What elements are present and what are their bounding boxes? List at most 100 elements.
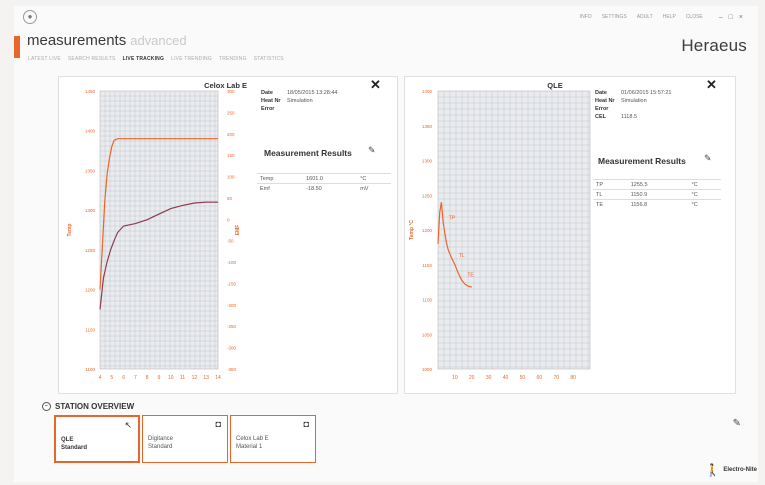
info-value: 01/06/2015 15:57:21 <box>621 90 672 96</box>
top-menu: INFO SETTINGS ADULT HELP CLOSE – □ × <box>580 14 743 21</box>
qle-chart: QLE1000105011001150120012501300135014001… <box>409 81 591 381</box>
table-row: TP 1255.5 °C <box>593 179 721 190</box>
annotation-label: TP <box>449 216 456 222</box>
collapse-icon[interactable]: − <box>42 402 51 411</box>
cell: TP <box>593 179 628 190</box>
card-title: Celox Lab E <box>236 436 269 442</box>
minimize-icon[interactable]: – <box>719 14 723 21</box>
results-title: Measurement Results <box>264 148 352 158</box>
celox-results-table: Temp 1601.0 °C Emf -18.50 mV <box>257 173 391 193</box>
x-tick-label: 13 <box>203 375 209 381</box>
tab-trending[interactable]: TRENDING <box>219 56 247 62</box>
cell: 1156.8 <box>627 199 689 209</box>
cell: TL <box>593 189 628 200</box>
accent-bar <box>14 36 20 58</box>
card-subtitle: Material 1 <box>236 444 263 450</box>
plot-area <box>99 90 219 370</box>
info-key: Date <box>595 90 607 96</box>
x-tick-label: 8 <box>146 375 149 381</box>
y-tick-label-left: 1300 <box>85 208 96 213</box>
tab-statistics[interactable]: STATISTICS <box>254 56 284 62</box>
info-key: CEL <box>595 114 606 120</box>
x-tick-label: 4 <box>99 375 102 381</box>
x-tick-label: 14 <box>215 375 221 381</box>
card-title: Digitance <box>148 436 174 442</box>
x-tick-label: 60 <box>537 375 543 381</box>
y-tick-label-right: -200 <box>227 303 237 308</box>
close-window-icon[interactable]: × <box>739 14 743 21</box>
info-value: Simulation <box>621 98 647 104</box>
y-tick-label: 1350 <box>422 124 433 129</box>
qle-results-table: TP 1255.5 °C TL 1150.9 °C TE 1156.8 °C <box>593 179 721 209</box>
y-tick-label-right: -100 <box>227 260 237 265</box>
cell: Emf <box>257 183 304 193</box>
info-key: Heat Nr <box>595 98 615 104</box>
station-card-qle[interactable]: ↖ QLE Standard <box>54 415 140 463</box>
y-tick-label: 1200 <box>422 228 433 233</box>
x-tick-label: 20 <box>469 375 475 381</box>
cell: °C <box>357 173 391 184</box>
cell: Temp <box>257 173 304 184</box>
x-tick-label: 70 <box>553 375 559 381</box>
edit-results-icon[interactable]: ✎ <box>704 153 712 164</box>
menu-item-settings[interactable]: SETTINGS <box>602 14 627 21</box>
close-icon[interactable]: ✕ <box>706 77 717 93</box>
y-tick-label-left: 1450 <box>85 89 96 94</box>
menu-item-info[interactable]: INFO <box>580 14 592 21</box>
station-cards: ↖ QLE Standard ◘ Digitance Standard ◘ Ce… <box>54 415 316 463</box>
menu-item-close[interactable]: CLOSE <box>686 14 703 21</box>
x-tick-label: 30 <box>486 375 492 381</box>
y-tick-label: 1000 <box>422 367 433 372</box>
table-row: Emf -18.50 mV <box>257 183 391 193</box>
window-controls: – □ × <box>719 14 743 21</box>
menu-item-adult[interactable]: ADULT <box>637 14 653 21</box>
station-card-celox[interactable]: ◘ Celox Lab E Material 1 <box>230 415 316 463</box>
cell: TE <box>593 199 628 209</box>
menu-item-help[interactable]: HELP <box>663 14 676 21</box>
cell: 1150.9 <box>627 189 689 200</box>
chart-title: Celox Lab E <box>204 81 247 90</box>
y-tick-label-right: 0 <box>227 217 230 222</box>
y-tick-label-right: 300 <box>227 89 235 94</box>
celox-chart: Celox Lab E11001150120012501300135014001… <box>67 81 247 381</box>
info-key: Date <box>261 90 273 96</box>
tab-search-results[interactable]: SEARCH RESULTS <box>68 56 116 62</box>
y-tick-label-left: 1100 <box>85 367 95 372</box>
cell: 1255.5 <box>627 179 689 190</box>
table-row: Temp 1601.0 °C <box>257 173 391 184</box>
x-tick-label: 10 <box>452 375 458 381</box>
y-tick-label-left: 1250 <box>85 248 96 253</box>
figure-icon: 🚶 <box>705 463 721 477</box>
table-row: TL 1150.9 °C <box>593 189 721 200</box>
info-value: 18/05/2015 13:28:44 <box>287 90 338 96</box>
x-tick-label: 11 <box>180 375 185 381</box>
y-tick-label: 1150 <box>422 263 432 268</box>
probe-icon: ◘ <box>215 419 221 429</box>
info-key: Error <box>595 106 609 112</box>
home-icon[interactable]: ● <box>23 10 37 24</box>
x-tick-label: 80 <box>570 375 576 381</box>
electro-nite-logo: 🚶 Electro-Nite <box>705 463 757 477</box>
edit-icon[interactable]: ✎ <box>733 418 741 429</box>
x-tick-label: 12 <box>192 375 198 381</box>
cursor-icon: ↖ <box>124 420 132 430</box>
card-subtitle: Standard <box>148 444 173 450</box>
tab-live-trending[interactable]: LIVE TRENDING <box>171 56 212 62</box>
tab-latest-live[interactable]: LATEST LIVE <box>28 56 61 62</box>
edit-results-icon[interactable]: ✎ <box>368 145 376 156</box>
maximize-icon[interactable]: □ <box>729 14 733 21</box>
close-icon[interactable]: ✕ <box>370 77 381 93</box>
x-tick-label: 6 <box>122 375 125 381</box>
station-overview-header[interactable]: − STATION OVERVIEW <box>42 402 134 411</box>
station-card-digitance[interactable]: ◘ Digitance Standard <box>142 415 228 463</box>
app-title: measurements advanced <box>27 32 187 49</box>
tab-live-tracking[interactable]: LIVE TRACKING <box>123 56 165 62</box>
plot-area <box>437 90 591 370</box>
y-tick-label: 1250 <box>422 193 433 198</box>
y-tick-label-left: 1200 <box>85 288 96 293</box>
cell: 1601.0 <box>303 173 358 184</box>
y-tick-label-left: 1400 <box>85 129 96 134</box>
table-row: TE 1156.8 °C <box>593 199 721 209</box>
y-tick-label-right: 100 <box>227 175 235 180</box>
y-tick-label-right: 250 <box>227 110 235 115</box>
